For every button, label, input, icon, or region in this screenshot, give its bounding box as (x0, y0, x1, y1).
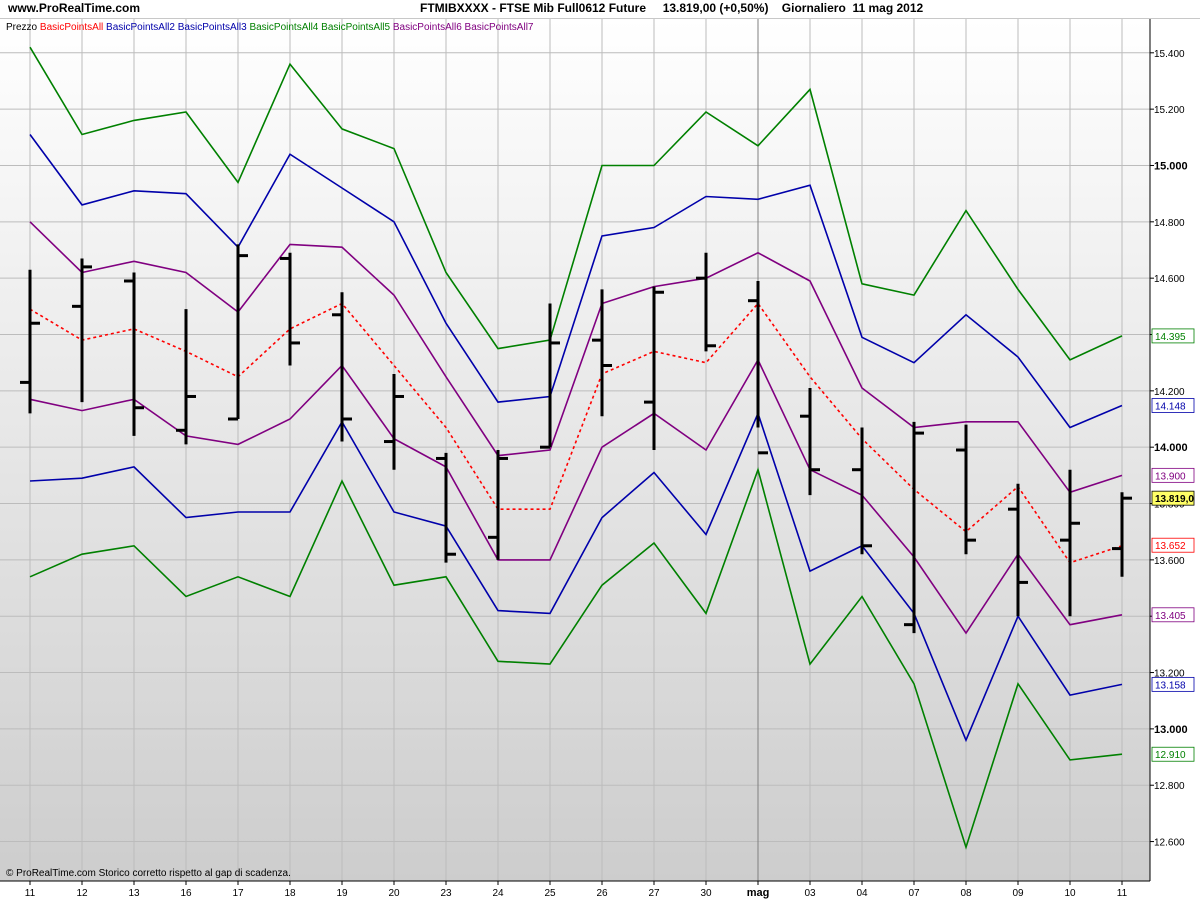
y-tick-label: 13.000 (1154, 724, 1188, 736)
x-tick-label: 09 (1012, 888, 1024, 899)
legend-entry[interactable]: Prezzo (6, 22, 38, 33)
x-tick-label: 04 (856, 888, 868, 899)
last-value-label: 13.158 (1155, 680, 1186, 691)
y-tick-label: 12.800 (1154, 781, 1185, 792)
footer-note: © ProRealTime.com Storico corretto rispe… (6, 868, 291, 879)
x-tick-label: 18 (284, 888, 296, 899)
x-tick-label: mag (747, 887, 770, 899)
legend-entry[interactable]: BasicPointsAll6 (390, 22, 462, 33)
x-tick-label: 19 (336, 888, 348, 899)
legend-text: Prezzo BasicPointsAll BasicPointsAll2 Ba… (6, 22, 534, 33)
legend: Prezzo BasicPointsAll BasicPointsAll2 Ba… (6, 22, 534, 33)
y-tick-label: 12.600 (1154, 838, 1185, 849)
x-tick-label: 26 (596, 888, 608, 899)
last-value-label: 13.900 (1155, 471, 1186, 482)
y-tick-label: 14.600 (1154, 274, 1185, 285)
x-tick-label: 07 (908, 888, 920, 899)
legend-entry[interactable]: BasicPointsAll (37, 22, 103, 33)
y-tick-label: 15.200 (1154, 105, 1185, 116)
x-tick-label: 17 (232, 888, 244, 899)
last-value-label: 12.910 (1155, 750, 1186, 761)
y-tick-label: 14.200 (1154, 387, 1185, 398)
y-tick-label: 13.600 (1154, 556, 1185, 567)
y-tick-label: 15.400 (1154, 49, 1185, 60)
legend-entry[interactable]: BasicPointsAll2 (103, 22, 175, 33)
x-tick-label: 30 (700, 888, 712, 899)
y-tick-label: 14.000 (1154, 442, 1188, 454)
legend-entry[interactable]: BasicPointsAll4 (247, 22, 319, 33)
x-tick-label: 20 (388, 888, 400, 899)
legend-entry[interactable]: BasicPointsAll7 (462, 22, 534, 33)
x-tick-label: 03 (804, 888, 816, 899)
x-tick-label: 24 (492, 888, 504, 899)
last-value-label: 13.405 (1155, 611, 1186, 622)
x-tick-label: 25 (544, 888, 556, 899)
legend-entry[interactable]: BasicPointsAll3 (175, 22, 247, 33)
last-value-label: 14.395 (1155, 332, 1186, 343)
x-tick-label: 11 (1117, 888, 1128, 899)
last-value-label: 14.148 (1155, 401, 1186, 412)
y-tick-label: 15.000 (1154, 160, 1188, 172)
x-tick-label: 23 (440, 888, 452, 899)
y-tick-label: 14.800 (1154, 218, 1185, 229)
x-tick-label: 16 (180, 888, 192, 899)
x-tick-label: 12 (76, 888, 88, 899)
legend-entry[interactable]: BasicPointsAll5 (318, 22, 390, 33)
last-value-label: 13.652 (1155, 541, 1186, 552)
x-tick-label: 08 (960, 888, 972, 899)
plot-background (0, 19, 1150, 881)
x-tick-label: 11 (25, 888, 36, 899)
x-tick-label: 13 (128, 888, 140, 899)
last-value-label: 13.819,0 (1155, 494, 1194, 505)
x-tick-label: 27 (648, 888, 660, 899)
chart[interactable]: Prezzo BasicPointsAll BasicPointsAll2 Ba… (0, 0, 1200, 900)
x-tick-label: 10 (1064, 888, 1076, 899)
